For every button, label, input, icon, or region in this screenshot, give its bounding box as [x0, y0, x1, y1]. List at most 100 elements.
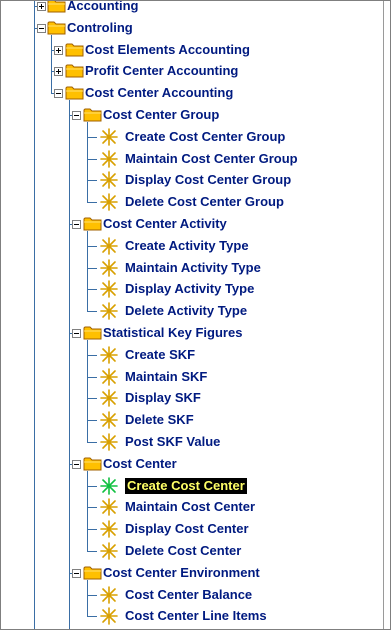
tree-connector-line	[87, 180, 97, 182]
tree-node-label: Accounting	[67, 0, 139, 13]
tree-item[interactable]: Display SKF	[1, 387, 381, 409]
tree-folder-node[interactable]: Controling	[1, 17, 381, 39]
expand-plus-icon[interactable]	[54, 45, 63, 55]
tree-folder-node[interactable]: Cost Center Accounting	[1, 82, 381, 104]
tree-connector-line	[87, 267, 97, 269]
tree-node-label: Create Cost Center	[125, 477, 247, 494]
folder-icon	[65, 85, 85, 100]
tree-node-label: Cost Elements Accounting	[85, 41, 250, 57]
tree-guide-line	[87, 579, 88, 617]
tree-guide-line	[87, 231, 88, 312]
tree-node-label: Cost Center	[103, 455, 177, 471]
tree-node-label: Delete SKF	[125, 412, 194, 428]
tree-item[interactable]: Display Cost Center Group	[1, 169, 381, 191]
tree-connector-line	[87, 594, 97, 596]
transaction-star-icon	[99, 520, 119, 538]
expand-plus-icon[interactable]	[54, 67, 63, 77]
tree-item[interactable]: Maintain SKF	[1, 365, 381, 388]
folder-icon	[83, 325, 103, 340]
collapse-minus-icon[interactable]	[37, 23, 46, 33]
transaction-star-selected-icon	[99, 476, 119, 495]
tree-folder-node[interactable]: Statistical Key Figures	[1, 322, 381, 344]
transaction-star-icon	[99, 149, 119, 168]
transaction-star-icon	[99, 433, 119, 451]
tree-connector-line	[87, 420, 97, 422]
folder-icon	[65, 42, 85, 57]
folder-icon	[47, 1, 67, 13]
tree-node-label: Cost Center Balance	[125, 586, 253, 602]
tree-connector-line	[87, 485, 97, 487]
tree-item[interactable]: Delete Activity Type	[1, 300, 381, 322]
transaction-star-icon	[99, 280, 119, 299]
tree-guide-line	[51, 34, 52, 94]
vertical-scrollbar[interactable]	[383, 1, 390, 629]
menu-tree: Accounting Controling Cost Elements Accoun…	[1, 0, 381, 629]
tree-item[interactable]: Maintain Cost Center	[1, 496, 381, 518]
tree-node-label: Cost Center Group	[103, 107, 220, 122]
tree-node-label: Delete Activity Type	[125, 303, 248, 319]
collapse-minus-icon[interactable]	[72, 459, 81, 469]
tree-item[interactable]: Maintain Cost Center Group	[1, 147, 381, 170]
tree-folder-node[interactable]: Cost Elements Accounting	[1, 39, 381, 61]
tree-item[interactable]: Delete SKF	[1, 409, 381, 431]
transaction-star-icon	[99, 171, 119, 190]
tree-item[interactable]: Create Activity Type	[1, 234, 381, 257]
tree-item[interactable]: Create SKF	[1, 343, 381, 366]
tree-item[interactable]: Display Activity Type	[1, 278, 381, 300]
collapse-minus-icon[interactable]	[72, 220, 81, 229]
tree-node-label: Display Cost Center	[125, 521, 249, 537]
folder-icon	[47, 20, 67, 35]
tree-node-label: Display SKF	[125, 390, 201, 406]
tree-guide-line	[87, 470, 88, 551]
tree-node-label: Display Activity Type	[125, 281, 255, 297]
tree-connector-line	[87, 245, 97, 247]
tree-item[interactable]: Display Cost Center	[1, 518, 381, 540]
tree-guide-line	[34, 1, 35, 28]
tree-item[interactable]: Cost Center Balance	[1, 583, 381, 606]
tree-node-label: Delete Cost Center	[125, 543, 242, 558]
tree-connector-line	[87, 376, 97, 378]
tree-connector-line	[87, 158, 97, 160]
tree-connector-line	[87, 289, 97, 291]
tree-node-label: Profit Center Accounting	[85, 63, 239, 79]
tree-node-label: Cost Center Accounting	[85, 85, 234, 101]
tree-guide-line	[87, 122, 88, 203]
tree-item[interactable]: Delete Cost Center Group	[1, 191, 381, 213]
tree-item[interactable]: Create Cost Center Group	[1, 125, 381, 148]
tree-folder-node[interactable]: Profit Center Accounting	[1, 60, 381, 82]
folder-icon	[83, 216, 103, 231]
tree-item[interactable]: Delete Cost Center	[1, 540, 381, 562]
tree-node-label: Maintain Activity Type	[125, 259, 261, 275]
tree-node-label: Display Cost Center Group	[125, 172, 292, 188]
expand-plus-icon[interactable]	[37, 2, 46, 11]
transaction-star-icon	[99, 498, 119, 517]
tree-node-label: Maintain Cost Center Group	[125, 150, 298, 166]
collapse-minus-icon[interactable]	[72, 111, 81, 120]
tree-item[interactable]: Maintain Activity Type	[1, 256, 381, 279]
tree-folder-node[interactable]: Cost Center	[1, 453, 381, 475]
tree-node-label: Create Cost Center Group	[125, 128, 286, 144]
tree-folder-node[interactable]: Cost Center Environment	[1, 562, 381, 584]
transaction-star-icon	[99, 411, 119, 429]
tree-folder-node[interactable]: Accounting	[1, 0, 381, 17]
tree-item[interactable]: Post SKF Value	[1, 431, 381, 453]
tree-connector-line	[87, 551, 97, 552]
collapse-minus-icon[interactable]	[54, 89, 63, 99]
collapse-minus-icon[interactable]	[72, 329, 81, 338]
tree-item[interactable]: Create Cost Center	[1, 474, 381, 497]
transaction-star-icon	[99, 127, 119, 146]
transaction-star-icon	[99, 236, 119, 255]
collapse-minus-icon[interactable]	[72, 568, 81, 578]
tree-item[interactable]: Cost Center Line Items	[1, 605, 381, 627]
tree-node-label: Controling	[67, 19, 133, 35]
tree-folder-node[interactable]: Cost Center Activity	[1, 213, 381, 235]
tree-connector-line	[87, 354, 97, 356]
tree-node-label: Cost Center Activity	[103, 216, 227, 231]
transaction-star-icon	[99, 345, 119, 364]
tree-connector-line	[87, 529, 97, 531]
transaction-star-icon	[99, 585, 119, 604]
tree-folder-node[interactable]: Cost Center Group	[1, 104, 381, 126]
transaction-star-icon	[99, 193, 119, 211]
transaction-star-icon	[99, 607, 119, 626]
tree-node-label: Delete Cost Center Group	[125, 194, 284, 210]
